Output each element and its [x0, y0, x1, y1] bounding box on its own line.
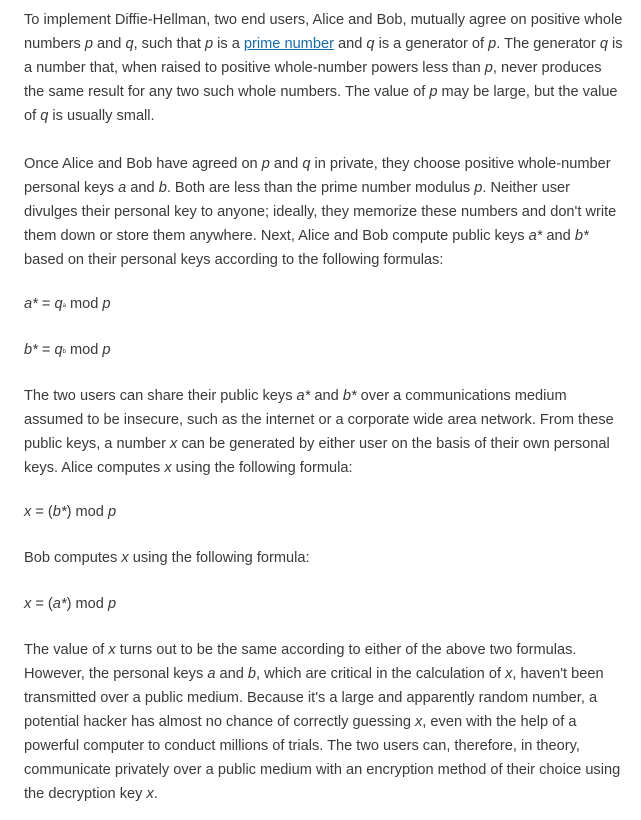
paragraph-bob-computes: Bob computes x using the following formu… [24, 546, 624, 570]
var-b: b [158, 180, 167, 196]
var-q: q [125, 36, 134, 52]
formula-lhs: a* [24, 296, 38, 312]
var-a-star: a* [528, 228, 543, 244]
formula-modulus: p [102, 296, 111, 312]
var-x: x [108, 642, 116, 658]
formula-lhs: b* [24, 342, 38, 358]
var-x: x [164, 460, 172, 476]
var-p: p [484, 60, 493, 76]
text: Bob computes [24, 550, 122, 566]
text: Once Alice and Bob have agreed on [24, 156, 262, 172]
var-a-star: a* [296, 388, 311, 404]
var-b-star: b* [342, 388, 357, 404]
formula-base: q [54, 296, 63, 312]
formula-mod: mod [65, 342, 103, 358]
formula-b-star: b* = qb mod p [24, 338, 624, 362]
formula-base: q [54, 342, 63, 358]
text: based on their personal keys according t… [24, 252, 444, 268]
text: is a [213, 36, 244, 52]
var-b-star: b* [574, 228, 589, 244]
formula-alice-x: x = (b*) mod p [24, 500, 624, 524]
formula-mod: mod [65, 296, 103, 312]
formula-bob-x: x = (a*) mod p [24, 592, 624, 616]
text: is a generator of [374, 36, 489, 52]
text: is usually small. [48, 108, 155, 124]
paragraph-personal-keys: Once Alice and Bob have agreed on p and … [24, 152, 624, 272]
formula-equals: = [37, 342, 55, 358]
formula-inner: a* [52, 596, 67, 612]
text: , which are critical in the calculation … [256, 666, 506, 682]
var-x: x [146, 786, 154, 802]
formula-mod: ) mod [66, 504, 108, 520]
formula-a-star: a* = qa mod p [24, 292, 624, 316]
var-q: q [366, 36, 375, 52]
formula-modulus: p [107, 504, 117, 520]
text: using the following formula: [128, 550, 310, 566]
var-p: p [261, 156, 270, 172]
paragraph-conclusion: The value of x turns out to be the same … [24, 638, 624, 806]
text: and [333, 36, 367, 52]
text: and [126, 180, 159, 196]
formula-modulus: p [107, 596, 117, 612]
prime-number-link[interactable]: prime number [244, 36, 334, 52]
text: The two users can share their public key… [24, 388, 297, 404]
text: . Both are less than the prime number mo… [166, 180, 475, 196]
text: and [92, 36, 126, 52]
text: The value of [24, 642, 109, 658]
var-p: p [204, 36, 214, 52]
var-b: b [247, 666, 257, 682]
text: , such that [133, 36, 205, 52]
article-body: To implement Diffie-Hellman, two end use… [0, 0, 624, 806]
text: and [542, 228, 575, 244]
paragraph-diffie-hellman-intro: To implement Diffie-Hellman, two end use… [24, 8, 624, 128]
text: . [153, 786, 158, 802]
text: and [310, 388, 343, 404]
paragraph-public-keys: The two users can share their public key… [24, 384, 624, 480]
formula-equals: = [37, 296, 55, 312]
formula-equals: = ( [31, 504, 53, 520]
text: and [215, 666, 248, 682]
formula-equals: = ( [31, 596, 53, 612]
formula-inner: b* [52, 504, 67, 520]
text: using the following formula: [171, 460, 353, 476]
text: . The generator [496, 36, 600, 52]
var-q: q [599, 36, 608, 52]
formula-modulus: p [102, 342, 111, 358]
text: and [269, 156, 303, 172]
var-x: x [121, 550, 129, 566]
formula-mod: ) mod [66, 596, 108, 612]
var-p: p [84, 36, 93, 52]
